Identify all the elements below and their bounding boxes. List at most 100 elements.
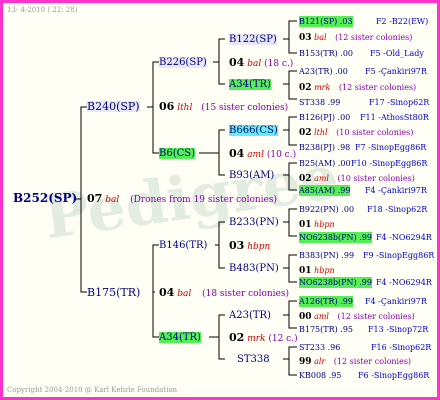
dd-sire-name: A23(TR) [229,310,271,321]
leaf-7-name: B126(PJ) .00 [299,113,351,122]
leaf-13-info: F18 -Sinop62R [367,205,428,214]
leaf-16-name: B383(PN) .99 [299,251,355,260]
leaf-18-name: NO6238b(PN) .99 [299,277,372,288]
leaf-11-queen: aml [314,174,329,183]
sire-info: 06 lthl (15 sister colonies) [159,101,288,114]
leaf-2: 03 bal (12 sister colonies) [299,32,412,44]
sire-sire-year: 04 [229,56,245,69]
leaf-6-info: F17 -Sinop62R [369,98,430,107]
root-year: 07 [87,192,103,205]
leaf-13-name: B922(PN) .00 [299,205,355,214]
leaf-8: 02 lthl (10 sister colonies) [299,127,413,139]
dam-name: B175(TR) [87,286,141,299]
sd-sire-year: 04 [229,147,245,160]
root-queen: bal [105,195,120,205]
leaf-2-queen: bal [314,33,327,42]
leaf-14-year: 01 [299,220,312,230]
leaf-17: 01 hbpn [299,265,335,277]
leaf-17-year: 01 [299,266,312,276]
leaf-5-queen: mrk [314,83,331,92]
leaf-23-queen: alr [314,357,326,366]
leaf-4-name: A23(TR) .00 [299,67,348,76]
leaf-23: 99 alr (12 sister colonies) [299,356,411,368]
dam-dam-year: 02 [229,331,245,344]
leaf-3-info: F5 -Old_Lady [370,49,424,58]
leaf-5-year: 02 [299,83,312,93]
leaf-23-info: (12 sister colonies) [333,357,412,366]
ss-sire-name: B122(SP) [229,34,277,45]
leaf-12-name: A85(AM) .99 [299,185,351,196]
dam-year: 04 [159,286,175,299]
sire-sire-note: (18 c.) [264,59,294,69]
leaf-23-year: 99 [299,357,312,367]
dam-dam-queen: mrk [247,334,266,344]
leaf-19-name: A126(TR) .99 [299,296,353,307]
sd-dam-name: B93(AM) [229,170,275,181]
sd-sire-note: (10 c.) [266,150,297,160]
leaf-11-year: 02 [299,174,312,184]
leaf-11: 02 aml (10 sister colonies) [299,173,415,185]
copyright-footer: Copyright 2004-2010 @ Karl Kehrle Founda… [7,386,178,394]
leaf-11-info: (10 sister colonies) [337,174,415,183]
dam-note: (18 sister colonies) [202,289,290,299]
leaf-21-name: B175(TR) .95 [299,325,354,334]
dam-dam-name: A34(TR) [159,332,201,343]
sire-sire-queen: bal [247,59,262,69]
leaf-12-info: F4 -Çankiri97R [365,186,427,195]
sd-sire-info: 04 aml (10 c.) [229,148,296,161]
sd-sire-queen: aml [247,150,264,160]
leaf-8-info: (10 sister colonies) [336,128,414,137]
leaf-18-info: F4 -NO6294R [376,278,432,287]
leaf-5: 02 mrk (12 sister colonies) [299,82,416,94]
ds-sire-name: B233(PN) [229,217,279,228]
dam-sire-name: B146(TR) [159,240,208,251]
leaf-8-year: 02 [299,128,312,138]
sire-dam-name: B6(CS) [159,148,196,159]
leaf-20-queen: aml [314,312,329,321]
dam-sire-queen: hbpn [247,242,271,252]
leaf-6-name: ST338 .99 [299,98,341,107]
dam-dam-note: (12 c.) [268,334,298,344]
root-info: 07 bal (Drones from 19 sister colonies) [87,193,277,206]
leaf-20-info: (12 sister colonies) [337,312,415,321]
ss-dam-name: A34(TR) [229,79,271,90]
leaf-9-name: B238(PJ) .98 [299,143,351,152]
root-bee-name: B252(SP) [13,191,78,205]
leaf-14: 01 hbpn [299,219,335,231]
leaf-10-info: F10 -SinopEgg86R [351,159,428,168]
dam-queen: bal [177,289,192,299]
leaf-17-queen: hbpn [314,266,335,275]
sire-sire-name: B226(SP) [159,57,207,68]
dam-info: 04 bal (18 sister colonies) [159,287,289,300]
leaf-22-info: F16 -Sinop62R [371,343,432,352]
dam-sire-info: 03 hbpn [229,240,270,253]
leaf-24-name: KB008 .95 [299,371,342,380]
leaf-20: 00 aml (12 sister colonies) [299,311,415,323]
sire-note: (15 sister colonies) [201,103,289,113]
leaf-21-info: F13 -Sinop72R [368,325,429,334]
dam-sire-year: 03 [229,239,245,252]
sire-name: B240(SP) [87,100,140,113]
leaf-2-year: 03 [299,33,312,43]
leaf-9-info: F7 -SinopEgg86R [355,143,427,152]
leaf-1-name: B121(SP) .03 [299,16,353,27]
leaf-4-info: F5 -Çankiri97R [365,67,427,76]
ds-dam-name: B483(PN) [229,263,279,274]
sire-queen: lthl [177,103,193,113]
sire-year: 06 [159,100,175,113]
leaf-3-name: B153(TR) .00 [299,49,354,58]
dd-dam-name: ST338 [237,354,270,365]
leaf-19-info: F4 -Çankiri97R [365,297,427,306]
pedigree-frame: Pedigree 13- 4-2010 ( 22: 28) B252(SP) 0… [0,0,440,400]
leaf-22-name: ST233 .96 [299,343,341,352]
leaf-7-info: F11 -AthosSt80R [360,113,429,122]
leaf-10-name: B25(AM) .00 [299,159,351,168]
sd-sire-name: B666(CS) [229,125,278,136]
sire-sire-info: 04 bal (18 c.) [229,57,293,70]
leaf-20-year: 00 [299,312,312,322]
leaf-2-info: (12 sister colonies) [335,33,413,42]
leaf-14-queen: hbpn [314,220,335,229]
leaf-15-info: F4 -NO6294R [376,233,432,242]
leaf-5-info: (12 sister colonies) [338,83,417,92]
leaf-15-name: NO6238b(PN) .99 [299,232,372,243]
